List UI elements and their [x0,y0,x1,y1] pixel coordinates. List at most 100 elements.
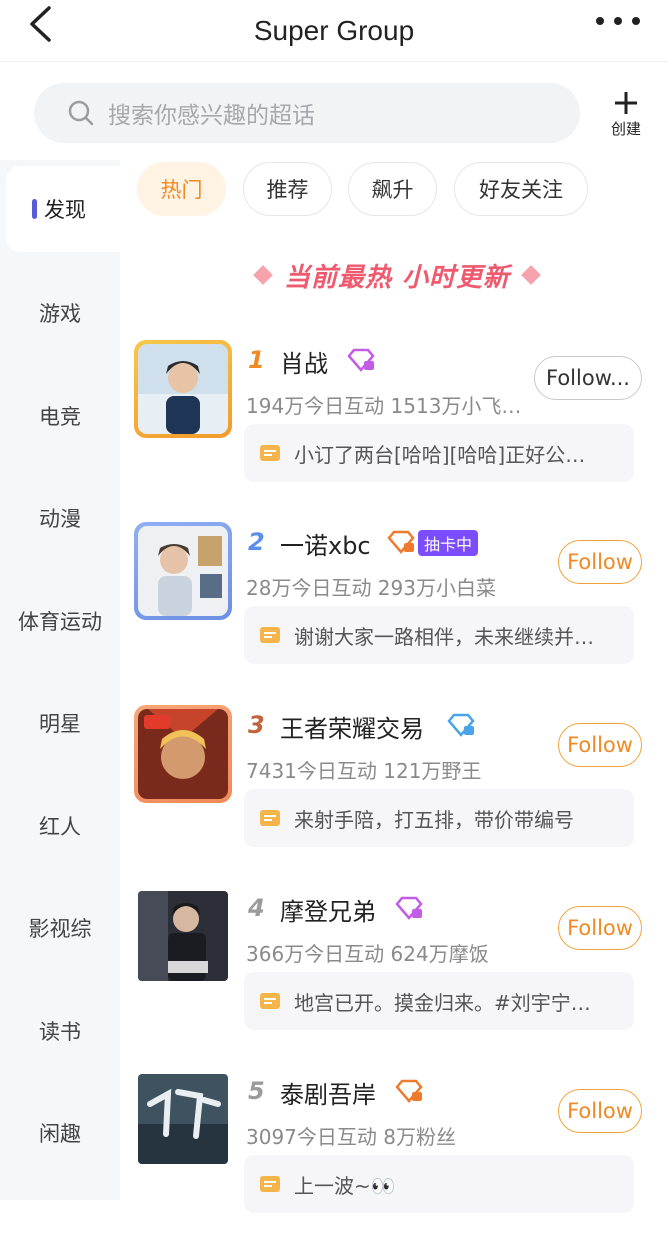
group-stats: 366万今日互动 624万摩饭 [246,942,489,966]
post-text: 来射手陪，打五排，带价带编号 [294,807,574,832]
level-gem-icon [395,896,423,920]
avatar[interactable] [134,522,232,620]
group-name: 泰剧吾岸 [280,1081,376,1109]
more-options-button[interactable] [596,14,640,28]
hot-banner: 当前最热 小时更新 [232,255,562,295]
latest-post[interactable]: 上一波~👀 [244,1155,634,1213]
chip-label: 推荐 [266,178,309,202]
dot-icon [614,17,622,25]
chip-label: 好友关注 [479,178,563,202]
search-placeholder: 搜索你感兴趣的超话 [108,103,315,129]
sidebar-item-sports[interactable]: 体育运动 [0,578,120,664]
follow-label: Follow [567,733,633,757]
sidebar-item-label: 明星 [39,712,81,736]
group-stats: 28万今日互动 293万小白菜 [246,576,496,600]
sidebar-item-books[interactable]: 读书 [0,988,120,1074]
message-icon [260,1176,280,1192]
sidebar-item-label: 红人 [39,815,81,839]
dot-icon [596,17,604,25]
follow-label: Follow [567,916,633,940]
avatar[interactable] [134,705,232,803]
list-item[interactable]: 2 一诺xbc 抽卡中 28万今日互动 293万小白菜 谢谢大家一路相伴，未来继… [120,522,668,702]
follow-button[interactable]: Follow [558,906,642,950]
group-stats: 194万今日互动 1513万小飞… [246,394,522,418]
rank-number: 5 [248,1077,265,1105]
avatar[interactable] [138,1074,228,1164]
sidebar-item-anime[interactable]: 动漫 [0,475,120,561]
sidebar-item-label: 电竞 [39,405,81,429]
page-title: Super Group [253,14,415,46]
chip-friends-following[interactable]: 好友关注 [454,162,588,216]
list-item[interactable]: 4 摩登兄弟 366万今日互动 624万摩饭 地宫已开。摸金归来。#刘宇宁… F… [120,888,668,1068]
sidebar-item-games[interactable]: 游戏 [0,270,120,356]
chip-rising[interactable]: 飙升 [348,162,437,216]
sidebar-item-label: 体育运动 [18,610,102,634]
avatar[interactable] [138,891,228,981]
level-gem-icon [347,348,375,372]
list-item[interactable]: 5 泰剧吾岸 3097今日互动 8万粉丝 上一波~👀 Follow [120,1071,668,1251]
group-name: 摩登兄弟 [280,898,376,926]
message-icon [260,445,280,461]
follow-button[interactable]: Follow... [534,356,642,400]
sidebar-item-discover[interactable]: 发现 [6,166,120,252]
follow-label: Follow... [546,366,630,390]
group-name: 肖战 [280,350,328,378]
follow-button[interactable]: Follow [558,723,642,767]
post-text: 谢谢大家一路相伴，未来继续并… [294,624,594,649]
back-button[interactable] [22,6,58,42]
group-name: 一诺xbc [280,532,371,560]
sidebar-item-leisure[interactable]: 闲趣 [0,1090,120,1176]
search-input[interactable]: 搜索你感兴趣的超话 [34,83,580,143]
follow-label: Follow [567,1099,633,1123]
chip-label: 飙升 [371,178,414,202]
sidebar-item-influencers[interactable]: 红人 [0,783,120,869]
latest-post[interactable]: 地宫已开。摸金归来。#刘宇宁… [244,972,634,1030]
sidebar-item-film-tv[interactable]: 影视综 [0,885,120,971]
diamond-icon [253,265,273,285]
avatar[interactable] [134,340,232,438]
group-name: 王者荣耀交易 [280,715,424,743]
message-icon [260,627,280,643]
sidebar-item-label: 影视综 [28,917,92,941]
rank-number: 3 [248,711,265,739]
dot-icon [632,17,640,25]
follow-button[interactable]: Follow [558,1089,642,1133]
rank-number: 4 [248,894,265,922]
latest-post[interactable]: 小订了两台[哈哈][哈哈]正好公… [244,424,634,482]
list-item[interactable]: 1 肖战 194万今日互动 1513万小飞… 小订了两台[哈哈][哈哈]正好公…… [120,340,668,520]
active-indicator [32,199,37,219]
sidebar-item-stars[interactable]: 明星 [0,680,120,766]
chip-recommended[interactable]: 推荐 [243,162,332,216]
plus-icon [615,92,637,114]
follow-label: Follow [567,550,633,574]
sidebar-item-label: 游戏 [39,302,81,326]
sidebar-item-label: 动漫 [39,507,81,531]
group-stats: 3097今日互动 8万粉丝 [246,1125,456,1149]
status-badge: 抽卡中 [418,530,479,556]
diamond-icon [521,265,541,285]
top-bar: Super Group [0,0,668,62]
create-button[interactable]: 创建 [600,90,652,140]
post-text: 地宫已开。摸金归来。#刘宇宁… [294,990,591,1015]
level-gem-icon [395,1079,423,1103]
rank-number: 1 [248,346,265,374]
latest-post[interactable]: 来射手陪，打五排，带价带编号 [244,789,634,847]
chip-hot[interactable]: 热门 [137,162,226,216]
chip-label: 热门 [160,178,203,202]
follow-button[interactable]: Follow [558,540,642,584]
category-sidebar: 发现 游戏 电竞 动漫 体育运动 明星 红人 影视综 读书 闲趣 [0,160,120,1200]
post-text: 小订了两台[哈哈][哈哈]正好公… [294,442,586,467]
message-icon [260,810,280,826]
latest-post[interactable]: 谢谢大家一路相伴，未来继续并… [244,606,634,664]
create-label: 创建 [610,120,641,138]
banner-text: 当前最热 小时更新 [283,262,511,293]
back-arrow-icon [30,6,51,42]
level-gem-icon [447,713,475,737]
sidebar-item-label: 发现 [44,198,86,222]
search-icon [68,100,94,126]
post-text: 上一波~👀 [294,1173,396,1198]
sidebar-item-label: 闲趣 [39,1122,81,1146]
sidebar-item-esports[interactable]: 电竞 [0,373,120,459]
list-item[interactable]: 3 王者荣耀交易 7431今日互动 121万野王 来射手陪，打五排，带价带编号 … [120,705,668,885]
rank-number: 2 [248,528,265,556]
